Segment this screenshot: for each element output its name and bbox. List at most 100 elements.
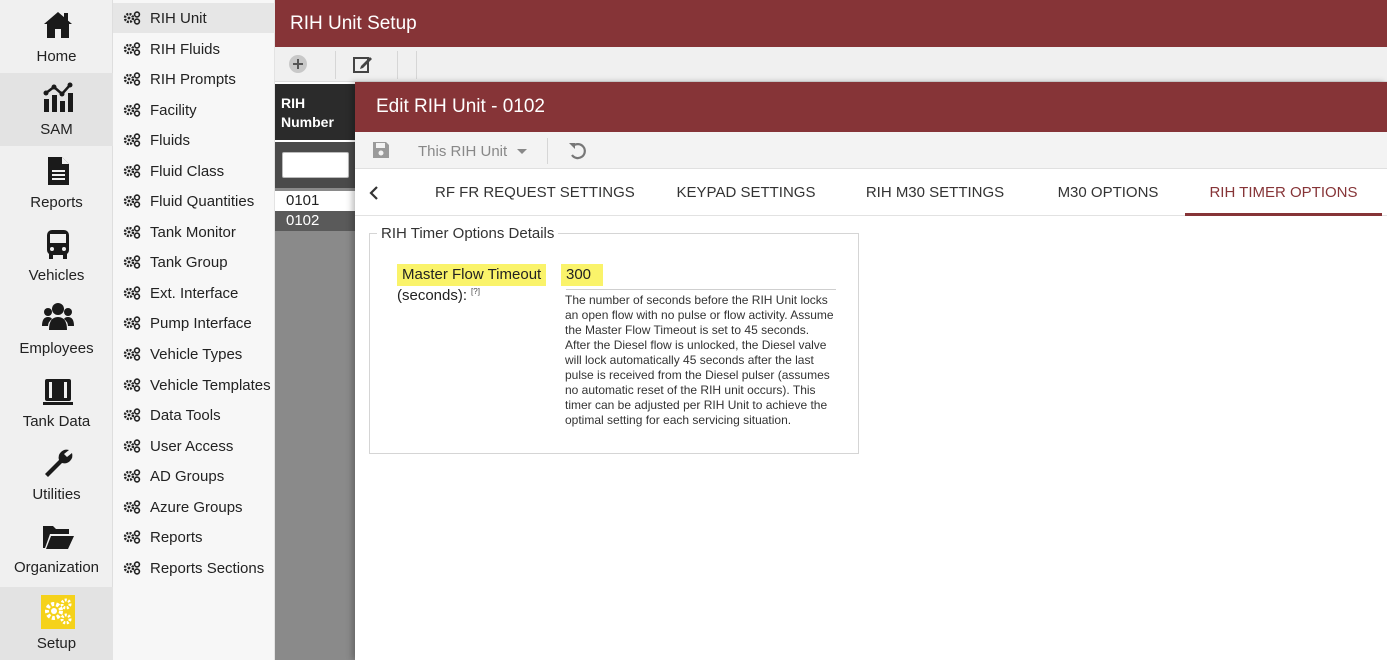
- submenu-item-reports[interactable]: Reports: [113, 522, 275, 552]
- submenu-item-rih-unit[interactable]: RIH Unit: [113, 3, 275, 33]
- tab-rf-fr-request-settings[interactable]: RF FR REQUEST SETTINGS: [435, 170, 635, 216]
- users-icon: [42, 303, 74, 330]
- help-icon[interactable]: [?]: [471, 287, 480, 296]
- submenu-item-label: User Access: [150, 437, 234, 455]
- chevron-down-icon: [517, 148, 528, 154]
- nav-item-utilities[interactable]: Utilities: [0, 438, 113, 511]
- tab-rih-timer-options[interactable]: RIH TIMER OPTIONS: [1185, 170, 1382, 216]
- submenu-item-tank-group[interactable]: Tank Group: [113, 247, 275, 277]
- nav-item-home[interactable]: Home: [0, 0, 113, 73]
- submenu-item-vehicle-types[interactable]: Vehicle Types: [113, 339, 275, 369]
- add-icon[interactable]: [287, 53, 309, 75]
- tab-rih-m30-settings[interactable]: RIH M30 SETTINGS: [855, 170, 1015, 216]
- scope-dropdown-value: This RIH Unit: [418, 142, 508, 160]
- gears-icon: [123, 72, 141, 86]
- grid-header-line1: RIH: [281, 95, 306, 111]
- settings-tabs: RF FR REQUEST SETTINGS KEYPAD SETTINGS R…: [355, 170, 1387, 216]
- grid-body: [275, 188, 355, 660]
- timer-options-section: RIH Timer Options Details Master Flow Ti…: [369, 225, 859, 454]
- submenu-item-vehicle-templates[interactable]: Vehicle Templates: [113, 370, 275, 400]
- submenu-item-fluid-class[interactable]: Fluid Class: [113, 156, 275, 186]
- nav-item-organization[interactable]: Organization: [0, 511, 113, 584]
- grid-column-header[interactable]: RIH Number: [275, 84, 355, 140]
- nav-item-setup[interactable]: Setup: [0, 587, 113, 660]
- gears-icon: [123, 133, 141, 147]
- sam-chart-icon: [43, 82, 73, 112]
- submenu-item-label: RIH Prompts: [150, 70, 236, 88]
- nav-item-tank-data[interactable]: Tank Data: [0, 365, 113, 438]
- table-row[interactable]: 0101: [275, 191, 355, 211]
- nav-item-employees[interactable]: Employees: [0, 292, 113, 365]
- gears-icon: [123, 42, 141, 56]
- gears-icon: [123, 225, 141, 239]
- submenu-item-rih-prompts[interactable]: RIH Prompts: [113, 64, 275, 94]
- nav-item-sam[interactable]: SAM: [0, 73, 113, 146]
- master-flow-timeout-units-label: (seconds): [?]: [397, 287, 480, 304]
- submenu-item-facility[interactable]: Facility: [113, 95, 275, 125]
- gears-icon: [123, 469, 141, 483]
- chevron-left-icon[interactable]: [367, 184, 381, 202]
- tab-m30-options[interactable]: M30 OPTIONS: [1045, 170, 1171, 216]
- submenu-item-label: Pump Interface: [150, 314, 252, 332]
- edit-icon[interactable]: [352, 53, 374, 75]
- submenu-item-label: RIH Unit: [150, 9, 207, 27]
- nav-item-label: SAM: [40, 121, 73, 138]
- home-icon: [44, 12, 72, 38]
- main-nav: Home SAM Reports Vehicles Employees Tank…: [0, 0, 113, 660]
- input-underline: [566, 289, 836, 290]
- gears-icon: [123, 11, 141, 25]
- save-icon[interactable]: [372, 141, 390, 159]
- submenu-item-label: Facility: [150, 101, 197, 119]
- master-flow-timeout-label: Master Flow Timeout: [397, 264, 547, 286]
- dialog-toolbar: This RIH Unit: [355, 132, 1387, 169]
- gears-icon: [123, 164, 141, 178]
- tab-keypad-settings[interactable]: KEYPAD SETTINGS: [665, 170, 827, 216]
- nav-item-label: Home: [36, 48, 77, 65]
- gears-icon: [123, 408, 141, 422]
- toolbar-separator: [547, 138, 548, 164]
- submenu-item-fluids[interactable]: Fluids: [113, 125, 275, 155]
- submenu-item-label: Fluids: [150, 131, 191, 149]
- grid-filter-row: [275, 142, 355, 188]
- submenu-item-user-access[interactable]: User Access: [113, 431, 275, 461]
- submenu-item-pump-interface[interactable]: Pump Interface: [113, 308, 275, 338]
- table-row-selected[interactable]: 0102: [275, 211, 355, 231]
- nav-item-reports[interactable]: Reports: [0, 146, 113, 219]
- rih-number-filter-input[interactable]: [282, 152, 349, 178]
- submenu-item-fluid-quantities[interactable]: Fluid Quantities: [113, 186, 275, 216]
- gears-icon: [123, 316, 141, 330]
- edit-rih-unit-dialog: Edit RIH Unit - 0102 This RIH Unit RF FR…: [355, 82, 1387, 660]
- submenu-item-reports-sections[interactable]: Reports Sections: [113, 553, 275, 583]
- toolbar-separator: [416, 51, 417, 79]
- nav-item-label: Employees: [19, 340, 94, 357]
- submenu-item-label: Tank Group: [150, 253, 228, 271]
- nav-item-vehicles[interactable]: Vehicles: [0, 219, 113, 292]
- undo-icon[interactable]: [567, 140, 587, 160]
- submenu-item-ext-interface[interactable]: Ext. Interface: [113, 278, 275, 308]
- submenu-item-label: RIH Fluids: [150, 40, 221, 58]
- scope-dropdown[interactable]: This RIH Unit: [418, 140, 528, 162]
- submenu-item-label: Reports: [150, 528, 203, 546]
- submenu-item-ad-groups[interactable]: AD Groups: [113, 461, 275, 491]
- submenu-item-label: Fluid Quantities: [150, 192, 255, 210]
- submenu-item-label: Tank Monitor: [150, 223, 236, 241]
- field-description: The number of seconds before the RIH Uni…: [565, 293, 834, 427]
- submenu-item-tank-monitor[interactable]: Tank Monitor: [113, 217, 275, 247]
- bus-icon: [47, 230, 69, 259]
- nav-item-label: Reports: [30, 194, 83, 211]
- tank-icon: [43, 379, 73, 405]
- master-flow-timeout-input[interactable]: 300: [561, 264, 603, 286]
- grid-header-line2: Number: [281, 114, 334, 130]
- gears-icon: [123, 530, 141, 544]
- gears-icon: [123, 561, 141, 575]
- nav-item-label: Vehicles: [28, 267, 85, 284]
- nav-item-label: Setup: [36, 635, 77, 652]
- submenu-item-azure-groups[interactable]: Azure Groups: [113, 492, 275, 522]
- submenu-item-label: Vehicle Types: [150, 345, 243, 363]
- submenu-item-data-tools[interactable]: Data Tools: [113, 400, 275, 430]
- submenu-item-rih-fluids[interactable]: RIH Fluids: [113, 34, 275, 64]
- folder-icon: [43, 526, 74, 549]
- wrench-icon: [45, 449, 73, 477]
- gears-icon: [123, 255, 141, 269]
- submenu-item-label: Reports Sections: [150, 559, 265, 577]
